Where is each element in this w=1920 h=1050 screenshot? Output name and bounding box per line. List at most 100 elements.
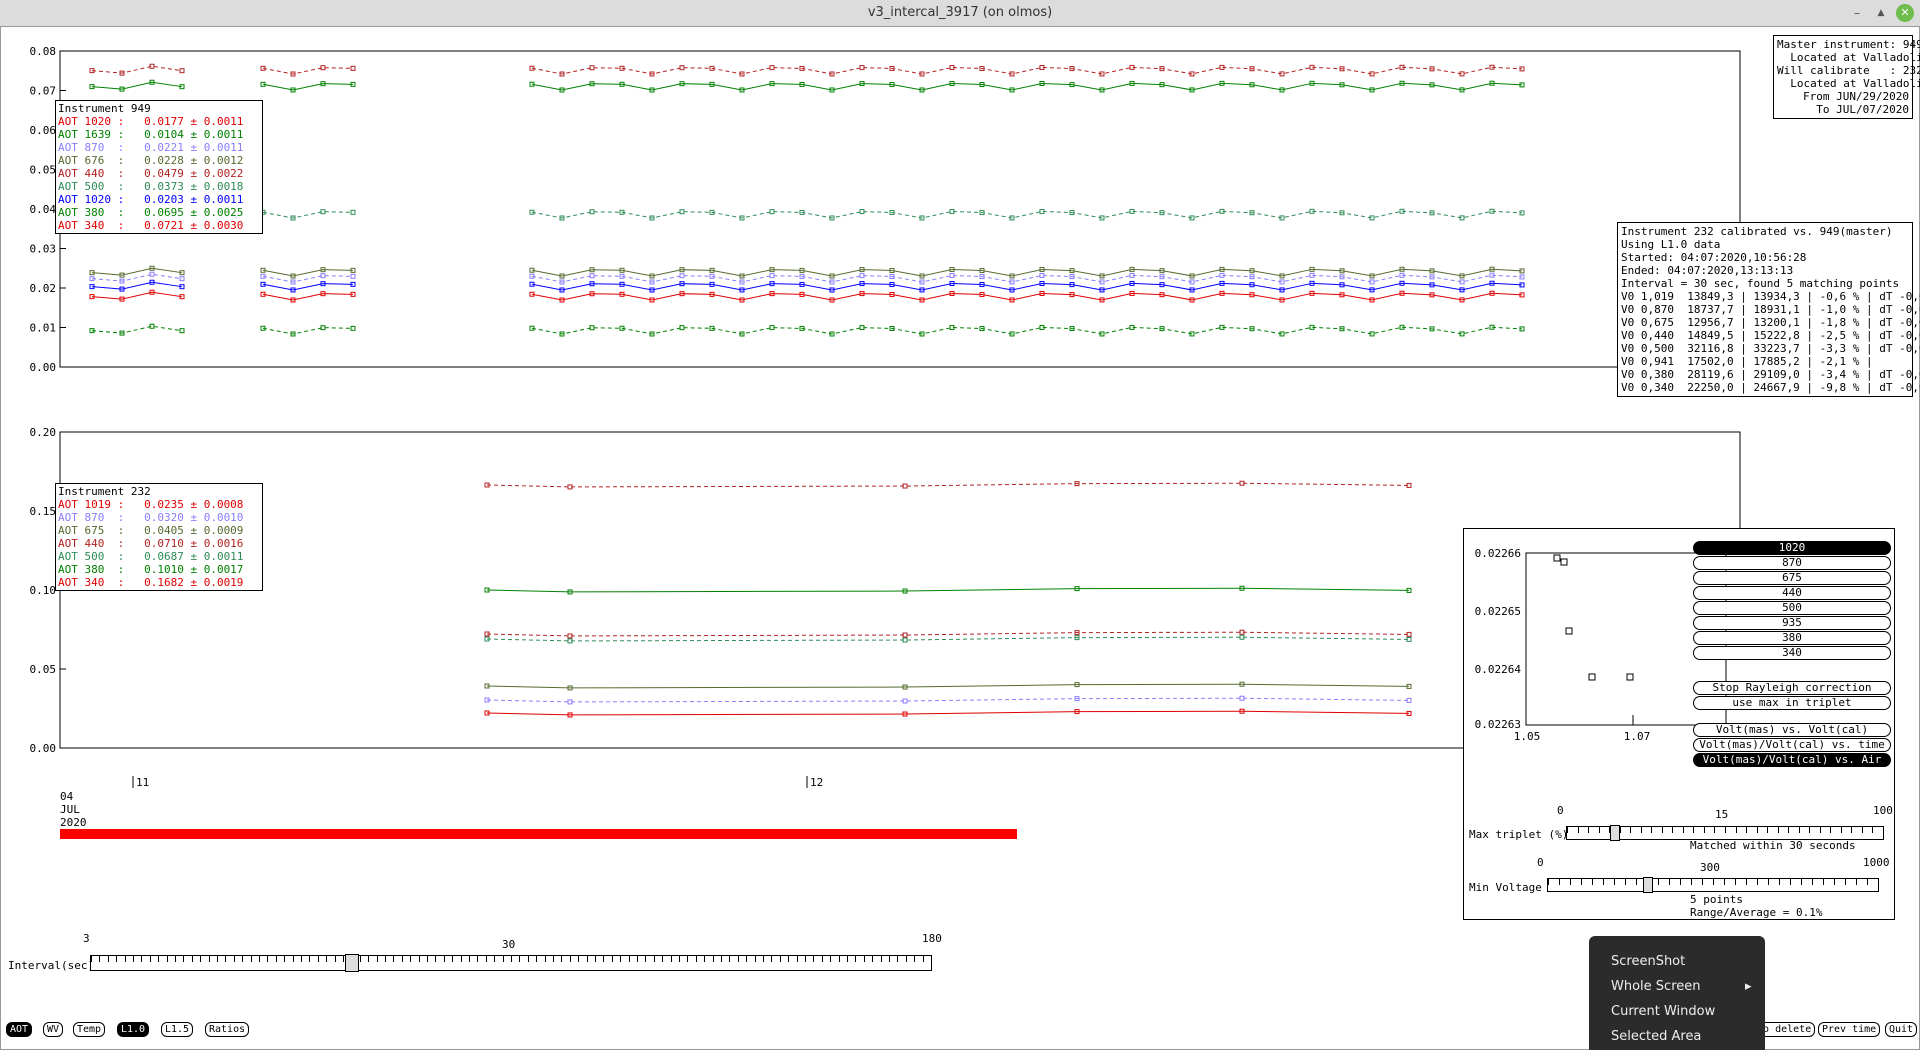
bottom-y-tick-label: 0.05: [30, 663, 57, 676]
slider-tick: [1661, 827, 1663, 833]
min-voltage-points: 5 points: [1690, 893, 1743, 906]
slider-thumb[interactable]: [345, 954, 360, 972]
slider-tick: [427, 956, 428, 962]
prev-time-button[interactable]: Prev time: [1818, 1022, 1881, 1037]
slider-tick: [250, 956, 252, 962]
slider-tick: [1777, 827, 1779, 833]
interval-slider[interactable]: [90, 954, 932, 972]
plot-mode-button[interactable]: Volt(mas)/Volt(cal) vs. time: [1693, 738, 1891, 752]
slider-tick: [519, 956, 521, 962]
slider-tick: [813, 956, 815, 962]
wavelength-button-340[interactable]: 340: [1693, 646, 1891, 660]
plot-mode-button[interactable]: Volt(mas) vs. Volt(cal): [1693, 723, 1891, 737]
interval-max: 180: [922, 932, 942, 945]
data-type-button-temp[interactable]: Temp: [73, 1022, 106, 1037]
wavelength-button-500[interactable]: 500: [1693, 601, 1891, 615]
data-type-button-l1.0[interactable]: L1.0: [117, 1022, 150, 1037]
slider-tick: [662, 956, 664, 962]
slider-tick: [721, 956, 722, 962]
series-line: [91, 65, 183, 74]
slider-tick: [595, 956, 596, 962]
slider-tick: [410, 956, 412, 962]
slider-tick: [544, 956, 546, 962]
scatter-point: [1553, 554, 1561, 562]
time-range-bar: [60, 829, 1017, 839]
wavelength-button-380[interactable]: 380: [1693, 631, 1891, 645]
slider-tick: [452, 956, 454, 962]
menu-item-selected-area[interactable]: Selected Area: [1611, 1029, 1701, 1044]
legend-entry: AOT 1020 : 0.0203 ± 0.0011: [58, 193, 244, 206]
menu-item-screenshot[interactable]: ScreenShot: [1611, 954, 1685, 969]
slider-tick: [166, 956, 168, 962]
max-triplet-slider[interactable]: [1566, 825, 1884, 841]
wavelength-button-1020[interactable]: 1020: [1693, 541, 1891, 555]
wavelength-button-935[interactable]: 935: [1693, 616, 1891, 630]
interval-min: 3: [83, 932, 90, 945]
wavelength-button-870[interactable]: 870: [1693, 556, 1891, 570]
slider-tick: [788, 956, 790, 962]
slider-tick: [1801, 879, 1802, 885]
screenshot-context-menu: ScreenShot Whole Screen ▸ Current Window…: [1589, 936, 1765, 1050]
slider-tick: [1861, 827, 1863, 833]
plot-mode-button[interactable]: Volt(mas)/Volt(cal) vs. Air Mass: [1693, 753, 1891, 778]
data-type-button-aot[interactable]: AOT: [6, 1022, 33, 1037]
slider-tick: [637, 956, 638, 962]
slider-thumb[interactable]: [1643, 877, 1653, 893]
menu-item-whole-screen[interactable]: Whole Screen: [1611, 979, 1700, 994]
series-line: [91, 281, 183, 290]
slider-tick: [653, 956, 655, 962]
data-type-button-l1.5[interactable]: L1.5: [161, 1022, 194, 1037]
slider-tick: [334, 956, 336, 962]
slider-tick: [1669, 879, 1670, 885]
slider-tick: [527, 956, 529, 962]
slider-tick: [1746, 827, 1748, 833]
slider-tick: [737, 956, 739, 962]
legend-entry: AOT 340 : 0.1682 ± 0.0019: [58, 576, 244, 589]
slider-tick: [317, 956, 319, 962]
top-y-tick-label: 0.00: [30, 361, 57, 374]
slider-tick: [1757, 879, 1758, 885]
series-marker: [679, 325, 685, 331]
option-button[interactable]: Stop Rayleigh correction: [1693, 681, 1891, 695]
slider-tick: [1867, 879, 1868, 885]
top-y-tick-label: 0.01: [30, 322, 57, 335]
master-line: Master instrument: 949: [1777, 38, 1920, 51]
series-marker: [679, 273, 685, 279]
calib-line: V0 0,500 32116,8 | 33223,7 | -3,3 % | dT…: [1621, 342, 1920, 355]
menu-item-current-window[interactable]: Current Window: [1611, 1004, 1715, 1019]
slider-tick: [1809, 827, 1811, 833]
quit-button[interactable]: Quit: [1885, 1022, 1918, 1037]
wavelength-button-440[interactable]: 440: [1693, 586, 1891, 600]
legend-entry: AOT 440 : 0.0479 ± 0.0022: [58, 167, 244, 180]
min-voltage-min: 0: [1537, 856, 1544, 869]
series-line: [91, 81, 183, 90]
series-line: [262, 275, 354, 283]
slider-tick: [1724, 879, 1725, 885]
slider-thumb[interactable]: [1610, 825, 1621, 841]
slider-tick: [1840, 827, 1842, 833]
top-plot-frame: [59, 50, 1741, 368]
calib-line: Instrument 232 calibrated vs. 949(master…: [1621, 225, 1893, 238]
slider-tick: [914, 956, 916, 962]
slider-tick: [191, 956, 193, 962]
calib-line: V0 1,019 13849,3 | 13934,3 | -0,6 % | dT…: [1621, 290, 1920, 303]
wavelength-button-675[interactable]: 675: [1693, 571, 1891, 585]
slider-tick: [443, 956, 445, 962]
series-marker: [769, 209, 775, 215]
series-line: [262, 83, 354, 91]
slider-tick: [141, 956, 143, 962]
option-button[interactable]: use max in triplet: [1693, 696, 1891, 710]
data-type-button-wv[interactable]: WV: [43, 1022, 64, 1037]
slider-tick: [754, 956, 756, 962]
data-type-button-ratios[interactable]: Ratios: [205, 1022, 250, 1037]
bottom-y-tick-label: 0.20: [30, 426, 57, 439]
interval-value: 30: [502, 938, 516, 951]
slider-tick: [1570, 879, 1571, 885]
slider-tick: [1790, 879, 1791, 885]
min-voltage-slider[interactable]: [1547, 877, 1879, 893]
legend-entry: AOT 1019 : 0.0235 ± 0.0008: [58, 498, 244, 511]
min-voltage-range: Range/Average = 0.1%: [1690, 906, 1823, 919]
slider-tick: [1658, 879, 1659, 885]
min-voltage-label: Min Voltage: [1469, 881, 1542, 894]
slider-tick: [779, 956, 781, 962]
